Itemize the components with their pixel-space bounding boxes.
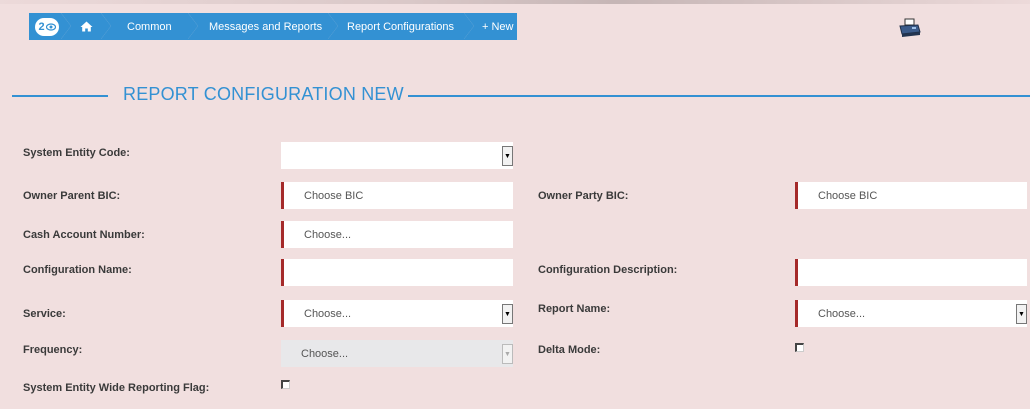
owner-parent-bic-label: Owner Parent BIC: xyxy=(23,190,121,202)
chevron-down-icon[interactable]: ▼ xyxy=(502,146,513,166)
owner-parent-bic-field[interactable]: Choose BIC xyxy=(281,182,513,209)
breadcrumb-report-configurations-label: Report Configurations xyxy=(347,20,455,33)
badge-count: 2 xyxy=(38,20,45,33)
cash-account-number-field[interactable]: Choose... xyxy=(281,221,513,248)
service-value: Choose... xyxy=(304,307,352,320)
open-windows-badge[interactable]: 2 xyxy=(29,13,71,40)
cash-account-number-label: Cash Account Number: xyxy=(23,229,145,241)
owner-party-bic-placeholder: Choose BIC xyxy=(818,189,878,202)
system-entity-code-label: System Entity Code: xyxy=(23,147,130,159)
home-icon xyxy=(80,21,92,32)
section-divider-right xyxy=(408,95,1030,97)
report-name-value: Choose... xyxy=(818,307,866,320)
section-divider-left xyxy=(12,95,108,97)
configuration-name-input[interactable] xyxy=(281,259,513,286)
owner-party-bic-label: Owner Party BIC: xyxy=(538,190,629,202)
owner-party-bic-field[interactable]: Choose BIC xyxy=(795,182,1027,209)
frequency-label: Frequency: xyxy=(23,344,83,356)
delta-mode-checkbox[interactable] xyxy=(795,343,804,352)
configuration-description-label: Configuration Description: xyxy=(538,264,678,276)
breadcrumb-messages-and-reports[interactable]: Messages and Reports xyxy=(188,13,338,40)
frequency-value: Choose... xyxy=(301,347,349,360)
owner-parent-bic-placeholder: Choose BIC xyxy=(304,189,364,202)
report-name-select[interactable]: Choose... ▼ xyxy=(795,300,1027,327)
chevron-down-icon[interactable]: ▼ xyxy=(502,304,513,324)
configuration-description-input[interactable] xyxy=(795,259,1027,286)
top-border xyxy=(0,0,1030,4)
breadcrumb-messages-label: Messages and Reports xyxy=(209,20,323,33)
cash-account-number-placeholder: Choose... xyxy=(304,228,352,241)
page-title: REPORT CONFIGURATION NEW xyxy=(123,84,404,104)
system-entity-code-select[interactable]: ▼ xyxy=(281,142,513,169)
chevron-down-icon[interactable]: ▼ xyxy=(502,344,513,364)
delta-mode-label: Delta Mode: xyxy=(538,344,601,356)
eye-icon xyxy=(45,22,56,31)
breadcrumb-common-label: Common xyxy=(127,20,172,33)
system-entity-wide-reporting-flag-label: System Entity Wide Reporting Flag: xyxy=(23,382,210,394)
breadcrumb-report-configurations[interactable]: Report Configurations xyxy=(328,13,474,40)
configuration-name-label: Configuration Name: xyxy=(23,264,132,276)
frequency-select[interactable]: Choose... ▼ xyxy=(281,340,513,367)
breadcrumb-common[interactable]: Common xyxy=(101,13,198,40)
report-name-label: Report Name: xyxy=(538,303,611,315)
breadcrumb: 2 Common Messages and Reports Report Con… xyxy=(29,13,517,40)
chevron-down-icon[interactable]: ▼ xyxy=(1016,304,1027,324)
breadcrumb-new-label: + New xyxy=(482,20,514,33)
printer-icon[interactable] xyxy=(899,18,921,38)
service-select[interactable]: Choose... ▼ xyxy=(281,300,513,327)
service-label: Service: xyxy=(23,308,66,320)
system-entity-wide-reporting-flag-checkbox[interactable] xyxy=(281,380,290,389)
